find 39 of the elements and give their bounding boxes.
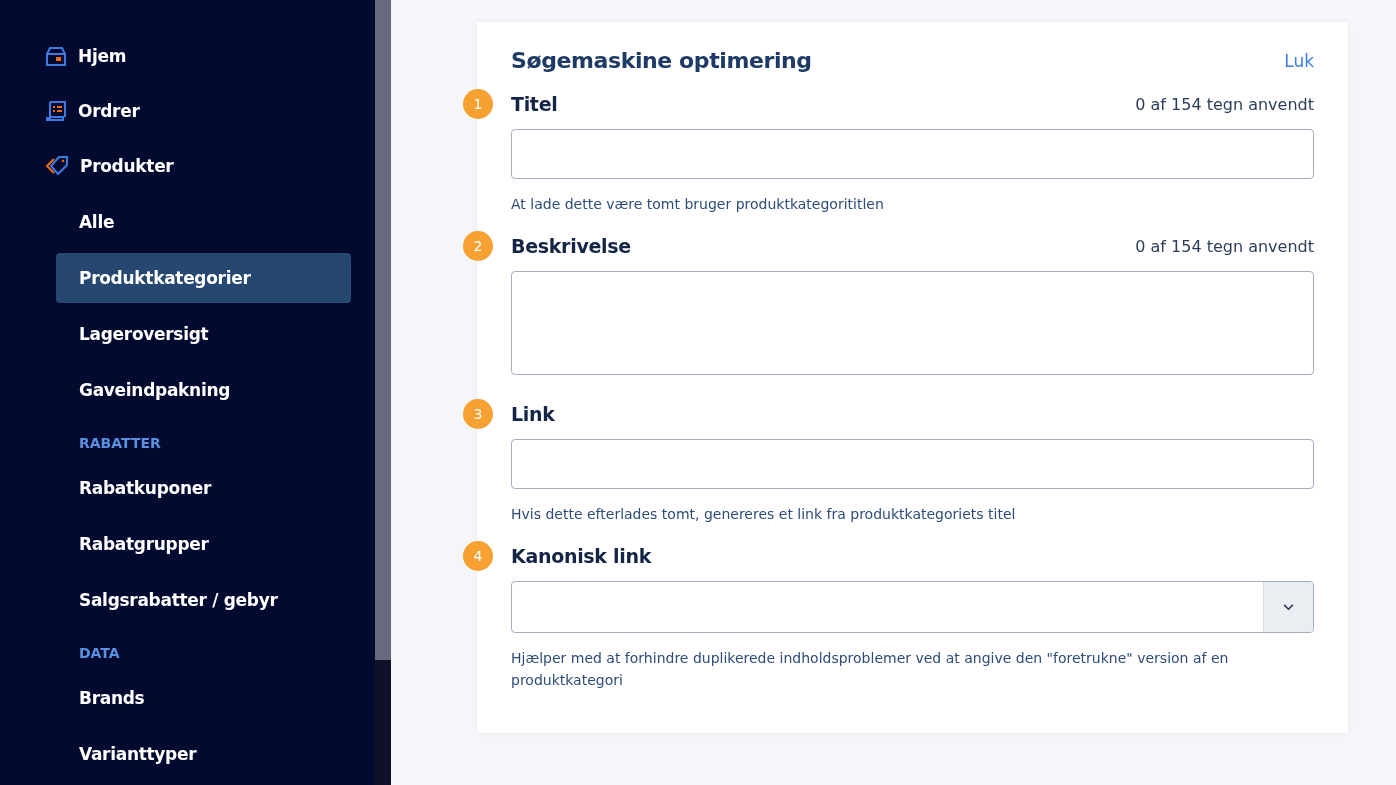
nav-item[interactable]: Produkter bbox=[24, 130, 319, 180]
nav-item[interactable]: Hjem bbox=[24, 20, 319, 70]
field-label: Titel bbox=[511, 93, 558, 115]
nav-item[interactable]: Brands bbox=[56, 673, 351, 723]
receipt-icon bbox=[45, 100, 67, 122]
section-heading: DATA bbox=[78, 644, 121, 663]
nav-item[interactable]: Alle bbox=[56, 197, 351, 247]
caret-icon bbox=[1263, 582, 1313, 632]
step-badge: 3 bbox=[463, 399, 493, 429]
scrollbar-thumb[interactable] bbox=[375, 0, 391, 660]
help-text: Hvis dette efterlades tomt, genereres et link fra produktkategoriets titel bbox=[511, 505, 1017, 524]
home-icon bbox=[45, 44, 67, 67]
nav-item[interactable]: Gaveindpakning bbox=[56, 365, 351, 415]
field-label: Beskrivelse bbox=[511, 235, 631, 257]
field-label: Link bbox=[511, 403, 555, 425]
nav-item[interactable]: Lageroversigt bbox=[56, 309, 351, 359]
nav-item[interactable]: Produktkategorier bbox=[56, 253, 351, 303]
panel-title: Søgemaskine optimering bbox=[511, 48, 812, 73]
scrollbar[interactable] bbox=[375, 0, 391, 785]
field-label: Kanonisk link bbox=[511, 545, 651, 567]
step-badge: 1 bbox=[463, 89, 493, 119]
help-text: At lade dette være tomt bruger produktkategorititlen bbox=[511, 195, 885, 214]
input-field[interactable] bbox=[511, 129, 1314, 179]
step-badge: 2 bbox=[463, 231, 493, 261]
text-area[interactable] bbox=[511, 271, 1314, 375]
character-counter: 0 af 154 tegn anvendt bbox=[1135, 236, 1314, 256]
dropdown-field[interactable] bbox=[511, 581, 1314, 633]
input-field[interactable] bbox=[511, 439, 1314, 489]
nav-item[interactable]: Varianttyper bbox=[56, 729, 351, 779]
character-counter: 0 af 154 tegn anvendt bbox=[1135, 94, 1314, 114]
help-text: Hjælper med at forhindre duplikerede indholdsproblemer ved at angive den "foretrukne" version af en produktkategori bbox=[511, 649, 1230, 690]
nav-item[interactable]: Rabatgrupper bbox=[56, 519, 351, 569]
nav-item[interactable]: Salgsrabatter / gebyr bbox=[56, 575, 351, 625]
nav-item[interactable]: Rabatkuponer bbox=[56, 463, 351, 513]
tag-icon bbox=[45, 155, 69, 178]
section-heading: RABATTER bbox=[78, 434, 162, 453]
close-link[interactable]: Luk bbox=[1284, 50, 1314, 71]
nav-item[interactable]: Ordrer bbox=[24, 75, 319, 125]
step-badge: 4 bbox=[463, 541, 493, 571]
